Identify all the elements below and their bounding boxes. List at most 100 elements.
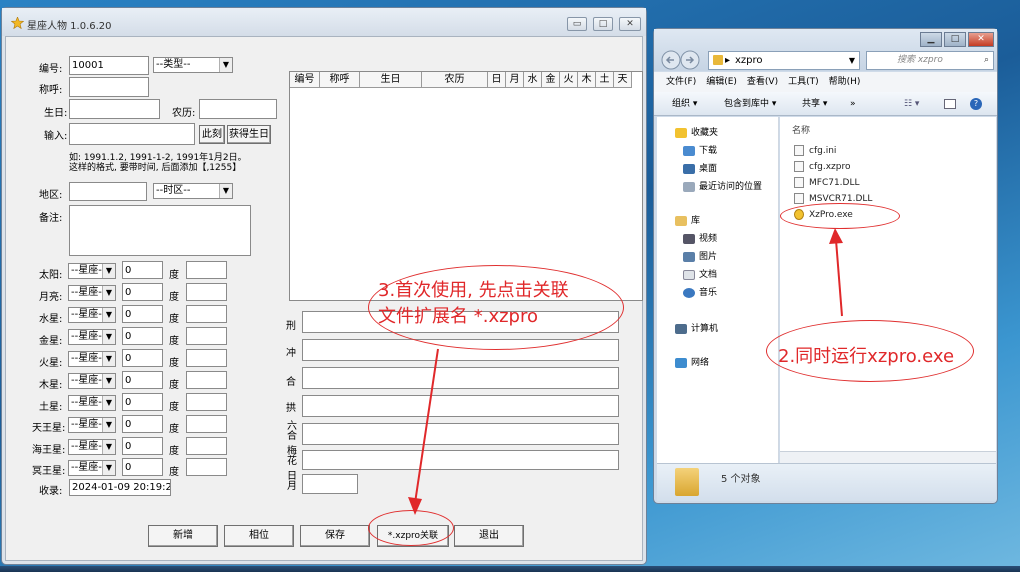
chevron-down-icon[interactable]: ▼ xyxy=(849,52,855,69)
explorer-maximize-button[interactable]: □ xyxy=(944,32,966,47)
planet-extra-field[interactable] xyxy=(186,261,227,279)
explorer-titlebar[interactable]: ▁ □ ✕ ▸ xzpro ▼ ↻ 搜索 xzpro ⌕ xyxy=(654,29,997,71)
planet-extra-field[interactable] xyxy=(186,458,227,476)
close-button[interactable]: ✕ xyxy=(619,17,641,31)
aspect-field[interactable] xyxy=(302,423,619,445)
name-field[interactable] xyxy=(69,77,149,97)
grid-column-header[interactable]: 编号 xyxy=(290,72,320,88)
date-input[interactable] xyxy=(69,123,195,145)
aspect-field[interactable] xyxy=(302,367,619,389)
planet-sign-select[interactable]: --星座-- ▼ xyxy=(68,351,116,367)
nav-desktop[interactable]: 桌面 xyxy=(683,161,717,174)
grid-column-header[interactable]: 金 xyxy=(542,72,560,88)
planet-degree-field[interactable]: 0 xyxy=(122,437,163,455)
grid-column-header[interactable]: 水 xyxy=(524,72,542,88)
nav-recent[interactable]: 最近访问的位置 xyxy=(683,179,762,192)
birth-field[interactable] xyxy=(69,99,160,119)
file-item[interactable]: cfg.xzpro xyxy=(794,161,850,172)
add-button[interactable]: 新增 xyxy=(148,525,218,547)
grid-column-header[interactable]: 月 xyxy=(506,72,524,88)
nav-pictures[interactable]: 图片 xyxy=(683,249,717,262)
planet-extra-field[interactable] xyxy=(186,437,227,455)
type-select[interactable]: --类型-- ▼ xyxy=(153,57,233,73)
grid-column-header[interactable]: 土 xyxy=(596,72,614,88)
menu-help[interactable]: 帮助(H) xyxy=(829,72,861,92)
horizontal-scrollbar[interactable] xyxy=(780,451,996,463)
more-button[interactable]: » xyxy=(850,92,856,116)
grid-column-header[interactable]: 称呼 xyxy=(320,72,360,88)
grid-column-header[interactable]: 木 xyxy=(578,72,596,88)
region-field[interactable] xyxy=(69,182,147,201)
nav-documents[interactable]: 文档 xyxy=(683,267,717,280)
maximize-button[interactable]: □ xyxy=(593,17,613,31)
planet-sign-select[interactable]: --星座-- ▼ xyxy=(68,263,116,279)
planet-sign-select[interactable]: --星座-- ▼ xyxy=(68,285,116,301)
share-button[interactable]: 共享 ▾ xyxy=(802,92,827,116)
aspect-field[interactable] xyxy=(302,450,619,470)
planet-sign-select[interactable]: --星座-- ▼ xyxy=(68,395,116,411)
planet-extra-field[interactable] xyxy=(186,371,227,389)
grid-column-header[interactable]: 天 xyxy=(614,72,632,88)
lunar-field[interactable] xyxy=(199,99,277,119)
organize-button[interactable]: 组织 ▾ xyxy=(672,92,697,116)
aspect-field[interactable] xyxy=(302,395,619,417)
planet-extra-field[interactable] xyxy=(186,283,227,301)
nav-libraries[interactable]: 库 xyxy=(675,213,700,226)
planet-degree-field[interactable]: 0 xyxy=(122,349,163,367)
planet-degree-field[interactable]: 0 xyxy=(122,261,163,279)
planet-sign-select[interactable]: --星座-- ▼ xyxy=(68,439,116,455)
grid-column-header[interactable]: 火 xyxy=(560,72,578,88)
menu-view[interactable]: 查看(V) xyxy=(747,72,778,92)
menu-tools[interactable]: 工具(T) xyxy=(788,72,819,92)
nav-network[interactable]: 网络 xyxy=(675,355,709,368)
exit-button[interactable]: 退出 xyxy=(454,525,524,547)
minimize-button[interactable]: ▭ xyxy=(567,17,587,31)
planet-extra-field[interactable] xyxy=(186,393,227,411)
planet-degree-field[interactable]: 0 xyxy=(122,393,163,411)
nav-videos[interactable]: 视频 xyxy=(683,231,717,244)
grid-column-header[interactable]: 生日 xyxy=(360,72,422,88)
back-forward-icon[interactable] xyxy=(660,49,704,71)
notes-textarea[interactable] xyxy=(69,205,251,256)
nav-favorites[interactable]: 收藏夹 xyxy=(675,125,718,138)
file-item[interactable]: MFC71.DLL xyxy=(794,177,860,188)
grid-column-header[interactable]: 日 xyxy=(488,72,506,88)
code-field[interactable]: 10001 xyxy=(69,56,149,75)
include-in-library-button[interactable]: 包含到库中 ▾ xyxy=(724,92,776,116)
menu-file[interactable]: 文件(F) xyxy=(666,72,696,92)
now-button[interactable]: 此刻 xyxy=(199,125,225,144)
timezone-select[interactable]: --时区-- ▼ xyxy=(153,183,233,199)
explorer-close-button[interactable]: ✕ xyxy=(968,32,994,47)
planet-degree-field[interactable]: 0 xyxy=(122,305,163,323)
nav-music[interactable]: 音乐 xyxy=(683,285,717,298)
address-bar[interactable]: ▸ xzpro ▼ ↻ xyxy=(708,51,879,70)
planet-degree-field[interactable]: 0 xyxy=(122,415,163,433)
compare-button[interactable]: 相位 xyxy=(224,525,294,547)
file-item[interactable]: cfg.ini xyxy=(794,145,836,156)
planet-extra-field[interactable] xyxy=(186,349,227,367)
planet-degree-field[interactable]: 0 xyxy=(122,283,163,301)
column-name-header[interactable]: 名称 xyxy=(792,123,810,136)
menu-edit[interactable]: 编辑(E) xyxy=(706,72,737,92)
explorer-minimize-button[interactable]: ▁ xyxy=(920,32,942,47)
search-input[interactable]: 搜索 xzpro ⌕ xyxy=(866,51,994,70)
preview-pane-icon[interactable] xyxy=(944,99,956,109)
nav-computer[interactable]: 计算机 xyxy=(675,321,718,334)
planet-sign-select[interactable]: --星座-- ▼ xyxy=(68,307,116,323)
planet-sign-select[interactable]: --星座-- ▼ xyxy=(68,460,116,476)
planet-sign-select[interactable]: --星座-- ▼ xyxy=(68,417,116,433)
planet-sign-select[interactable]: --星座-- ▼ xyxy=(68,373,116,389)
planet-extra-field[interactable] xyxy=(186,415,227,433)
planet-degree-field[interactable]: 0 xyxy=(122,327,163,345)
planet-extra-field[interactable] xyxy=(186,305,227,323)
nav-downloads[interactable]: 下载 xyxy=(683,143,717,156)
app-titlebar[interactable]: 星座人物 1.0.6.20 ▭ □ ✕ xyxy=(2,8,646,36)
get-birth-button[interactable]: 获得生日 xyxy=(227,125,271,144)
planet-degree-field[interactable]: 0 xyxy=(122,458,163,476)
help-icon[interactable]: ? xyxy=(970,98,982,110)
grid-column-header[interactable]: 农历 xyxy=(422,72,488,88)
aspect-field[interactable] xyxy=(302,474,358,494)
planet-extra-field[interactable] xyxy=(186,327,227,345)
planet-sign-select[interactable]: --星座-- ▼ xyxy=(68,329,116,345)
planet-degree-field[interactable]: 0 xyxy=(122,371,163,389)
